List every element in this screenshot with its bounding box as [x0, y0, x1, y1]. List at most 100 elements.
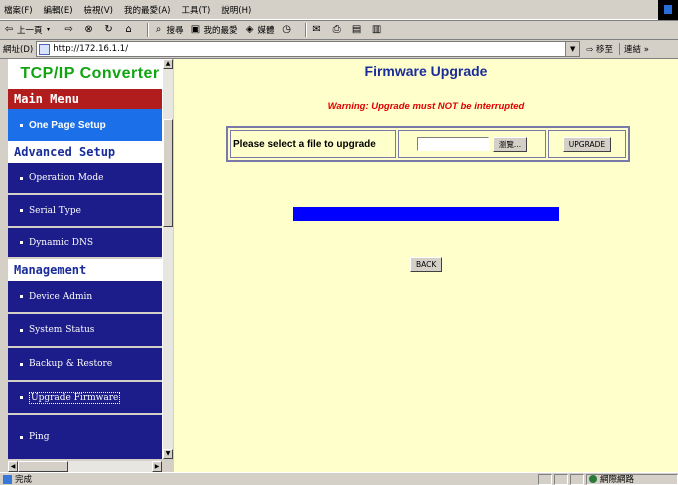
sidebar-item-label: Upgrade Firmware	[29, 391, 121, 404]
edit-button[interactable]: ▤	[351, 24, 365, 36]
menu-view[interactable]: 檢視(V)	[84, 4, 113, 16]
page-done-icon	[3, 474, 12, 484]
address-dropdown-icon[interactable]: ▼	[565, 42, 580, 56]
links-button[interactable]: 連結 »	[619, 43, 649, 55]
file-prompt-cell: Please select a file to upgrade	[230, 130, 396, 158]
menu-edit[interactable]: 編輯(E)	[44, 4, 73, 16]
scroll-up-icon[interactable]: ▲	[163, 59, 173, 69]
browser-toolbar: ⇦ 上一頁 ▾ ⇨ ⊗ ↻ ⌂ ⌕ 搜尋 ▣ 我的最愛 ◈ 媒體 ◷ ✉ ⎙ ▤…	[0, 20, 678, 40]
go-label: 移至	[596, 45, 614, 55]
address-label: 網址(D)	[3, 45, 34, 55]
back-button[interactable]: ⇦ 上一頁 ▾	[3, 24, 57, 36]
progress-fill	[293, 207, 559, 221]
go-arrow-icon: ⇨	[586, 45, 594, 55]
menu-file[interactable]: 檔案(F)	[4, 4, 33, 16]
address-input[interactable]: http://172.16.1.1/ ▼	[36, 41, 581, 57]
sidebar-item-upgrade-firmware[interactable]: Upgrade Firmware	[8, 382, 170, 413]
sidebar-item-device-admin[interactable]: Device Admin	[8, 281, 170, 312]
scroll-right-icon[interactable]: ▶	[152, 461, 162, 472]
toolbar-separator	[146, 23, 149, 37]
menu-help[interactable]: 說明(H)	[221, 4, 251, 16]
refresh-button[interactable]: ↻	[103, 24, 117, 36]
sidebar-item-label: Dynamic DNS	[29, 237, 94, 248]
scroll-down-icon[interactable]: ▼	[163, 449, 173, 459]
section-management: Management	[8, 259, 170, 281]
search-label: 搜尋	[166, 26, 184, 36]
status-text: 完成	[15, 475, 33, 485]
discuss-button[interactable]: ▥	[371, 24, 385, 36]
upgrade-cell: UPGRADE	[548, 130, 626, 158]
search-button[interactable]: ⌕ 搜尋	[153, 24, 184, 36]
sidebar-item-label: Backup & Restore	[29, 359, 113, 369]
brand-text: TCP/IP Converter	[20, 65, 160, 82]
favorites-button[interactable]: ▣ 我的最愛	[190, 24, 238, 36]
section-title: Main Menu	[14, 92, 80, 106]
sidebar-item-backup-restore[interactable]: Backup & Restore	[8, 348, 170, 380]
scroll-thumb[interactable]	[163, 119, 173, 227]
security-zone: 網際網路	[586, 473, 678, 485]
section-title: Management	[14, 263, 87, 277]
back-button[interactable]: BACK	[410, 257, 443, 272]
menu-favorites[interactable]: 我的最愛(A)	[124, 4, 170, 16]
sidebar-frame: TCP/IP Converter Main Menu One Page Setu…	[8, 59, 170, 459]
page-icon	[39, 43, 51, 55]
status-done: 完成	[0, 473, 538, 485]
toolbar-separator	[304, 23, 307, 37]
browse-button[interactable]: 瀏覽...	[492, 136, 528, 152]
stop-button[interactable]: ⊗	[83, 24, 97, 36]
address-url: http://172.16.1.1/	[53, 44, 129, 54]
scroll-left-icon[interactable]: ◀	[8, 461, 18, 472]
media-icon: ◈	[245, 24, 254, 35]
stop-icon: ⊗	[84, 24, 93, 35]
history-button[interactable]: ◷	[281, 24, 295, 36]
search-icon: ⌕	[155, 24, 162, 35]
section-main-menu: Main Menu	[8, 89, 170, 109]
section-title: Advanced Setup	[14, 145, 116, 159]
file-prompt-label: Please select a file to upgrade	[233, 138, 376, 150]
upload-table: Please select a file to upgrade 瀏覽... UP…	[226, 126, 630, 162]
file-path-input[interactable]	[416, 137, 489, 151]
go-button[interactable]: ⇨ 移至	[586, 43, 613, 55]
sidebar-item-label: Serial Type	[29, 205, 81, 216]
refresh-icon: ↻	[104, 24, 113, 35]
sidebar-item-label: Device Admin	[29, 291, 93, 302]
zone-label: 網際網路	[600, 475, 635, 485]
scroll-thumb[interactable]	[18, 461, 68, 472]
sidebar-item-serial-type[interactable]: Serial Type	[8, 195, 170, 226]
bullet-icon	[20, 176, 23, 180]
sidebar-item-ping[interactable]: Ping	[8, 415, 170, 459]
sidebar-horizontal-scrollbar[interactable]: ◀ ▶	[8, 461, 162, 472]
menu-bar: 檔案(F) 編輯(E) 檢視(V) 我的最愛(A) 工具(T) 說明(H)	[0, 0, 678, 20]
bullet-icon	[20, 435, 23, 439]
sidebar-item-label: Operation Mode	[29, 173, 104, 183]
sidebar-item-system-status[interactable]: System Status	[8, 314, 170, 346]
upgrade-button[interactable]: UPGRADE	[562, 136, 612, 152]
sidebar-item-one-page-setup[interactable]: One Page Setup	[8, 109, 170, 141]
sidebar-item-label: Ping	[29, 432, 50, 442]
file-select-cell: 瀏覽...	[398, 130, 546, 158]
mail-button[interactable]: ✉	[311, 24, 325, 36]
menu-tools[interactable]: 工具(T)	[181, 4, 210, 16]
back-arrow-icon: ⇦	[4, 24, 14, 35]
warning-text: Warning: Upgrade must NOT be interrupted	[327, 101, 525, 112]
brand-logo: TCP/IP Converter	[8, 59, 170, 89]
sidebar-vertical-scrollbar[interactable]: ▲ ▼	[162, 59, 173, 459]
address-bar: 網址(D) http://172.16.1.1/ ▼ ⇨ 移至 連結 »	[0, 40, 678, 59]
favorites-label: 我的最愛	[203, 26, 238, 36]
home-button[interactable]: ⌂	[123, 24, 137, 36]
windows-logo-icon	[658, 0, 678, 20]
sidebar-item-label: One Page Setup	[29, 119, 106, 131]
bullet-icon	[20, 295, 23, 298]
sidebar-item-operation-mode[interactable]: Operation Mode	[8, 163, 170, 193]
media-button[interactable]: ◈ 媒體	[244, 24, 275, 36]
sidebar-item-dynamic-dns[interactable]: Dynamic DNS	[8, 228, 170, 257]
status-pane	[554, 473, 568, 485]
page-title: Firmware Upgrade	[364, 63, 488, 79]
mail-icon: ✉	[312, 24, 321, 35]
print-button[interactable]: ⎙	[331, 24, 345, 36]
bullet-icon	[20, 362, 23, 366]
bullet-icon	[20, 328, 23, 332]
forward-button[interactable]: ⇨	[63, 24, 77, 36]
status-pane	[570, 473, 584, 485]
forward-arrow-icon: ⇨	[64, 24, 73, 35]
